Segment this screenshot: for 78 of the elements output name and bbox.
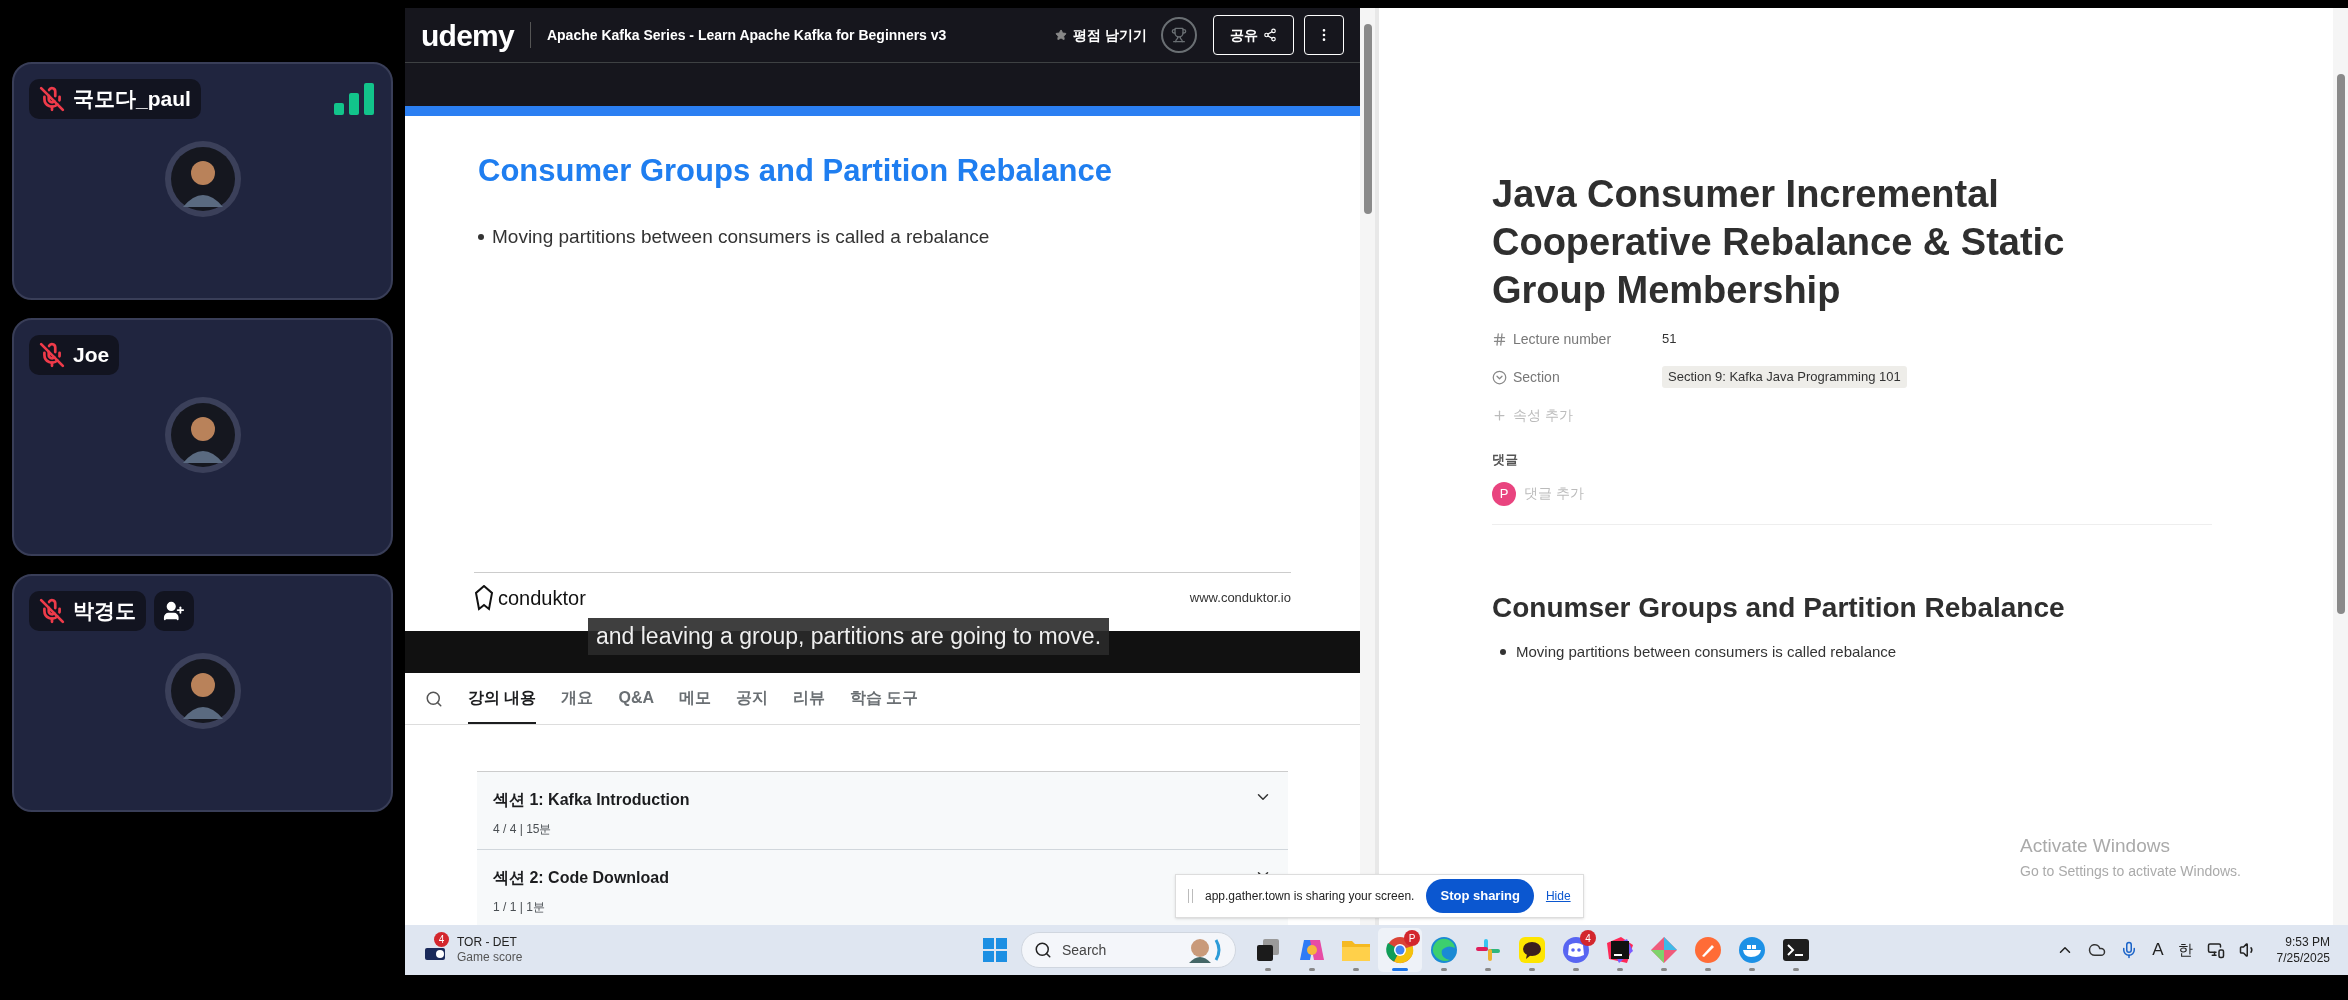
plus-icon — [1492, 407, 1507, 423]
section-title: 섹션 2: Code Download — [493, 868, 669, 888]
add-friend-button[interactable] — [154, 591, 194, 631]
section-meta: 1 / 1 | 1분 — [493, 899, 546, 916]
search-icon[interactable] — [425, 689, 443, 708]
property-value[interactable]: 51 — [1662, 329, 1677, 349]
page-title: Java Consumer Incremental Cooperative Rebalance & Static Group Membership — [1492, 172, 2066, 313]
clock[interactable]: 9:53 PM 7/25/2025 — [2276, 934, 2330, 966]
participant-name: 국모다_paul — [73, 86, 191, 113]
app-badge: 4 — [1580, 930, 1596, 946]
udemy-logo[interactable]: udemy — [421, 12, 514, 58]
clock-time: 9:53 PM — [2285, 934, 2330, 950]
comments-heading: 댓글 — [1492, 451, 1519, 469]
cloud-icon[interactable] — [2088, 941, 2107, 959]
slide-bullet: Moving partitions between consumers is called a rebalance — [492, 224, 990, 249]
course-tab[interactable]: 메모 — [679, 673, 711, 724]
slack-icon — [1475, 937, 1501, 963]
hash-icon — [1492, 331, 1507, 347]
more-button[interactable] — [1304, 15, 1344, 55]
chat-bubble-icon — [1518, 936, 1546, 964]
notification-badge: 4 — [434, 932, 449, 947]
share-button[interactable]: 공유 — [1213, 15, 1294, 55]
input-mode-indicator[interactable]: A — [2152, 937, 2164, 963]
scrollbar[interactable] — [2333, 8, 2348, 925]
chrome-icon — [1386, 936, 1414, 964]
taskbar-app-button[interactable]: 4 — [1554, 928, 1598, 972]
widget-button[interactable]: 4 TOR - DET Game score — [423, 935, 983, 965]
terminal-icon — [1782, 938, 1810, 962]
select-icon — [1492, 369, 1507, 385]
discord-icon — [1562, 936, 1590, 964]
diamond-icon — [1650, 936, 1678, 964]
section-heading: Conumser Groups and Partition Rebalance — [1492, 590, 2066, 625]
course-tab[interactable]: 리뷰 — [793, 673, 825, 724]
activation-subtitle: Go to Settings to activate Windows. — [2020, 861, 2241, 881]
app-badge: P — [1404, 930, 1420, 946]
brand-url: www.conduktor.io — [1189, 589, 1291, 608]
hide-link[interactable]: Hide — [1545, 887, 1571, 905]
video-caption: and leaving a group, partitions are going to move. — [588, 618, 1110, 655]
participant-name: Joe — [73, 342, 110, 369]
course-tab[interactable]: 학습 도구 — [850, 673, 919, 724]
signal-icon — [334, 83, 376, 115]
brand-logo: conduktor — [498, 586, 586, 611]
stop-sharing-button[interactable]: Stop sharing — [1426, 879, 1534, 913]
start-icon[interactable] — [983, 938, 1007, 962]
network-icon[interactable] — [2206, 941, 2225, 959]
slide-title: Consumer Groups and Partition Rebalance — [478, 152, 1113, 190]
property-tag[interactable]: Section 9: Kafka Java Programming 101 — [1662, 366, 1907, 388]
section-meta: 4 / 4 | 15분 — [493, 821, 553, 838]
edge-icon — [1430, 936, 1458, 964]
star-icon — [1055, 29, 1068, 41]
ime-indicator[interactable]: 한 — [2177, 938, 2193, 962]
course-title: Apache Kafka Series - Learn Apache Kafka for Beginners v3 — [546, 25, 947, 45]
course-tab[interactable]: 개요 — [561, 673, 594, 724]
course-section[interactable]: 섹션 1: Kafka Introduction 4 / 4 | 15분 — [477, 772, 1288, 850]
ide-icon — [1607, 937, 1633, 963]
bullet-icon — [478, 233, 484, 240]
participant-name: 박경도 — [73, 598, 136, 625]
comment-field[interactable]: 댓글 추가 — [1524, 483, 1705, 504]
add-person-icon — [163, 600, 185, 622]
course-tab[interactable]: 공지 — [736, 673, 768, 724]
taskbar-search-field[interactable]: Search — [1021, 932, 1236, 968]
taskbar-app-button[interactable]: P — [1378, 928, 1422, 972]
task-view-icon — [1255, 937, 1281, 963]
section-title: 섹션 1: Kafka Introduction — [493, 790, 690, 810]
search-icon — [1034, 941, 1052, 959]
clock-date: 7/25/2025 — [2276, 950, 2330, 966]
property-label: Lecture number — [1513, 329, 1612, 349]
activation-title: Activate Windows — [2020, 834, 2171, 858]
progress-trophy-icon[interactable] — [1161, 17, 1197, 53]
user-avatar: P — [1492, 481, 1516, 506]
course-tab[interactable]: Q&A — [618, 673, 654, 724]
bullet-icon — [1500, 648, 1506, 655]
widget-title: TOR - DET — [457, 935, 518, 950]
widget-subtitle: Game score — [457, 950, 523, 965]
share-icon — [1263, 28, 1277, 42]
note-bullet: Moving partitions between consumers is called rebalance — [1516, 641, 1897, 662]
rate-button[interactable]: 평점 남기기 — [1055, 24, 1147, 46]
property-label: Section — [1513, 367, 1560, 387]
